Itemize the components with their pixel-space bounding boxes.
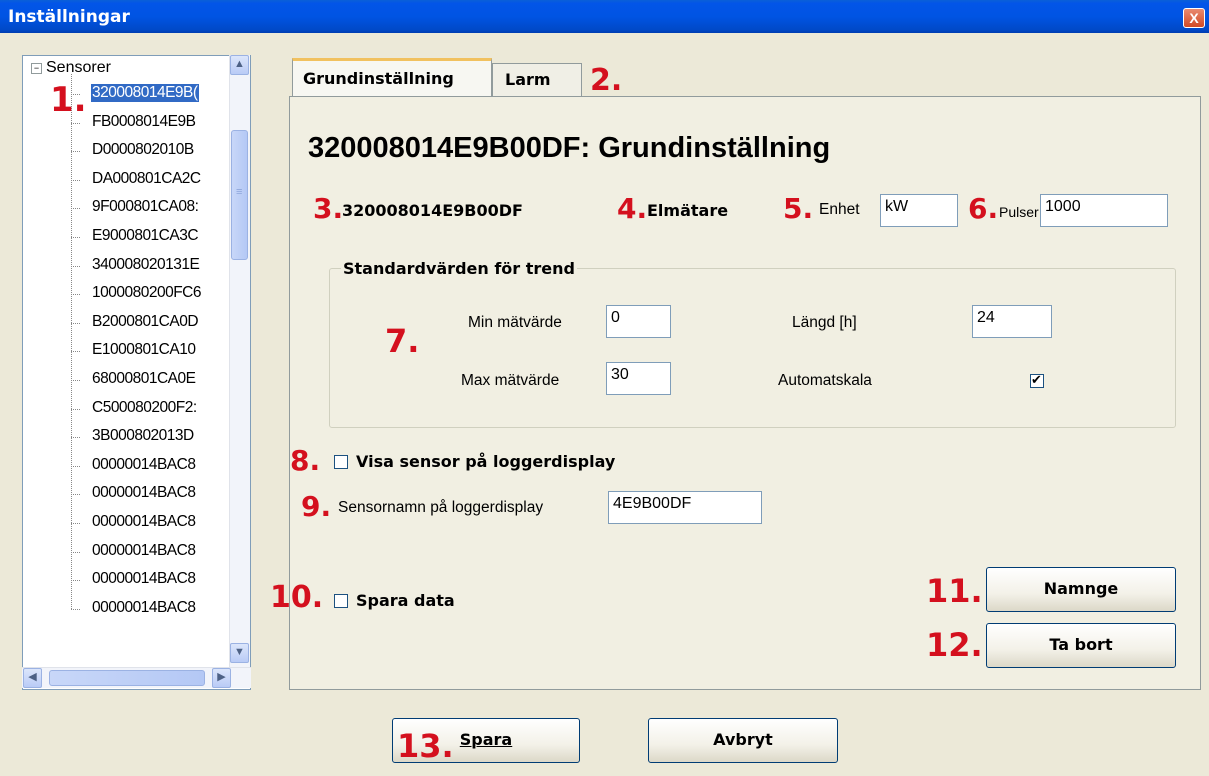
tree-connector <box>71 179 80 181</box>
annotation-8: 8. <box>290 444 321 477</box>
tree-item-sensor[interactable]: FB0008014E9B <box>92 113 196 131</box>
logger-name-field[interactable]: 4E9B00DF <box>608 491 762 524</box>
tree-connector <box>71 322 80 324</box>
tree-item-sensor[interactable]: 00000014BAC8 <box>92 484 196 502</box>
tree-item-sensor[interactable]: 00000014BAC8 <box>92 599 196 617</box>
delete-button[interactable]: Ta bort <box>986 623 1176 668</box>
save-data-label: Spara data <box>356 591 455 610</box>
tree-item-sensor[interactable]: 9F000801CA08: <box>92 198 199 216</box>
length-field[interactable]: 24 <box>972 305 1052 338</box>
tree-connector <box>71 208 80 210</box>
pulses-label: Pulser <box>999 204 1039 220</box>
scroll-up-icon[interactable]: ▲ <box>230 55 249 75</box>
tree-item-sensor[interactable]: 00000014BAC8 <box>92 513 196 531</box>
close-icon[interactable]: X <box>1183 8 1205 28</box>
window-title: Inställningar <box>8 7 130 27</box>
tab-larm[interactable]: Larm <box>492 63 582 96</box>
tree-connector <box>71 494 80 496</box>
cancel-button[interactable]: Avbryt <box>648 718 838 763</box>
tree-horizontal-scrollbar[interactable]: ◀ ▶ <box>22 667 251 688</box>
rename-button[interactable]: Namnge <box>986 567 1176 612</box>
max-value-label: Max mätvärde <box>461 372 560 389</box>
annotation-4: 4. <box>617 192 648 225</box>
tree-item-sensor[interactable]: B2000801CA0D <box>92 313 199 331</box>
unit-field[interactable]: kW <box>880 194 958 227</box>
autoscale-checkbox[interactable] <box>1030 372 1044 388</box>
scroll-down-icon[interactable]: ▼ <box>230 643 249 663</box>
sensor-type-label: Elmätare <box>647 201 729 220</box>
annotation-11: 11. <box>926 572 983 610</box>
annotation-5: 5. <box>783 192 814 225</box>
annotation-10: 10. <box>270 580 324 615</box>
page-title: 320008014E9B00DF: Grundinställning <box>308 132 831 164</box>
show-on-logger-label: Visa sensor på loggerdisplay <box>356 452 616 471</box>
annotation-12: 12. <box>926 626 983 664</box>
tree-item-sensor[interactable]: 00000014BAC8 <box>92 456 196 474</box>
tree-item-sensor[interactable]: 00000014BAC8 <box>92 542 196 560</box>
save-button-label: Spara <box>459 730 513 749</box>
tree-connector <box>71 122 80 124</box>
min-value-label: Min mätvärde <box>468 314 562 331</box>
thumb-grip-icon: ≡ <box>236 186 243 198</box>
show-on-logger-checkbox[interactable] <box>334 455 348 469</box>
tree-connector <box>71 523 80 524</box>
annotation-1: 1. <box>50 80 87 120</box>
max-value-field[interactable]: 30 <box>606 362 671 395</box>
logger-name-label: Sensornamn på loggerdisplay <box>338 499 544 516</box>
tree-item-sensor[interactable]: 320008014E9B( <box>90 83 200 103</box>
tree-connector <box>71 465 80 467</box>
tree-connector <box>71 551 80 553</box>
sensor-id-label: 320008014E9B00DF <box>342 201 523 220</box>
sensor-tree[interactable]: − Sensorer 320008014E9B( FB0008014E9B D000… <box>22 55 251 690</box>
tree-connector <box>71 380 80 381</box>
tree-item-sensor[interactable]: 340008020131E <box>92 256 200 274</box>
length-label: Längd [h] <box>792 314 857 331</box>
autoscale-label: Automatskala <box>778 372 872 389</box>
tree-item-sensor[interactable]: D0000802010B <box>92 141 194 159</box>
annotation-13: 13. <box>397 727 454 765</box>
scroll-right-icon[interactable]: ▶ <box>212 668 231 688</box>
unit-label: Enhet <box>819 201 860 218</box>
min-value-field[interactable]: 0 <box>606 305 671 338</box>
cancel-button-label: Avbryt <box>713 730 773 749</box>
tree-item-sensor[interactable]: E1000801CA10 <box>92 341 196 359</box>
tree-connector <box>71 237 80 238</box>
tree-connector <box>71 437 80 439</box>
tree-item-sensor[interactable]: 68000801CA0E <box>92 370 196 388</box>
tab-grundinstallning[interactable]: Grundinställning <box>292 58 492 97</box>
save-data-checkbox[interactable] <box>334 594 348 608</box>
tree-connector <box>71 151 80 153</box>
title-bar: Inställningar X <box>0 0 1209 33</box>
tree-connector <box>71 608 80 610</box>
tree-item-sensor[interactable]: C500080200F2: <box>92 399 197 417</box>
annotation-9: 9. <box>301 490 332 523</box>
tree-item-sensor[interactable]: DA000801CA2C <box>92 170 201 188</box>
tree-vertical-scrollbar[interactable]: ▲ ≡ ▼ <box>229 55 250 670</box>
tab-label: Larm <box>505 70 551 89</box>
tree-item-sensor[interactable]: 1000080200FC6 <box>92 284 202 302</box>
annotation-6: 6. <box>968 192 999 225</box>
tree-connector <box>71 408 80 410</box>
pulses-field[interactable]: 1000 <box>1040 194 1168 227</box>
scroll-left-icon[interactable]: ◀ <box>23 668 42 688</box>
tree-connector <box>71 351 80 353</box>
scroll-thumb-horizontal[interactable] <box>49 670 205 686</box>
annotation-3: 3. <box>313 192 344 225</box>
tree-root-label: Sensorer <box>46 59 111 76</box>
tab-label: Grundinställning <box>303 69 454 88</box>
trend-defaults-group <box>329 268 1176 428</box>
annotation-2: 2. <box>590 63 623 98</box>
tree-connector <box>71 294 80 296</box>
tree-item-sensor[interactable]: 00000014BAC8 <box>92 570 196 588</box>
scroll-thumb-vertical[interactable]: ≡ <box>231 130 248 260</box>
annotation-7: 7. <box>385 322 420 360</box>
trend-group-title: Standardvärden för trend <box>341 259 577 278</box>
tree-item-sensor[interactable]: 3B000802013D <box>92 427 194 445</box>
tree-connector <box>71 580 80 582</box>
tree-item-sensor[interactable]: E9000801CA3C <box>92 227 199 245</box>
collapse-icon[interactable]: − <box>31 62 42 74</box>
tree-connector <box>71 265 80 267</box>
tree-vertical-guide <box>71 74 72 609</box>
